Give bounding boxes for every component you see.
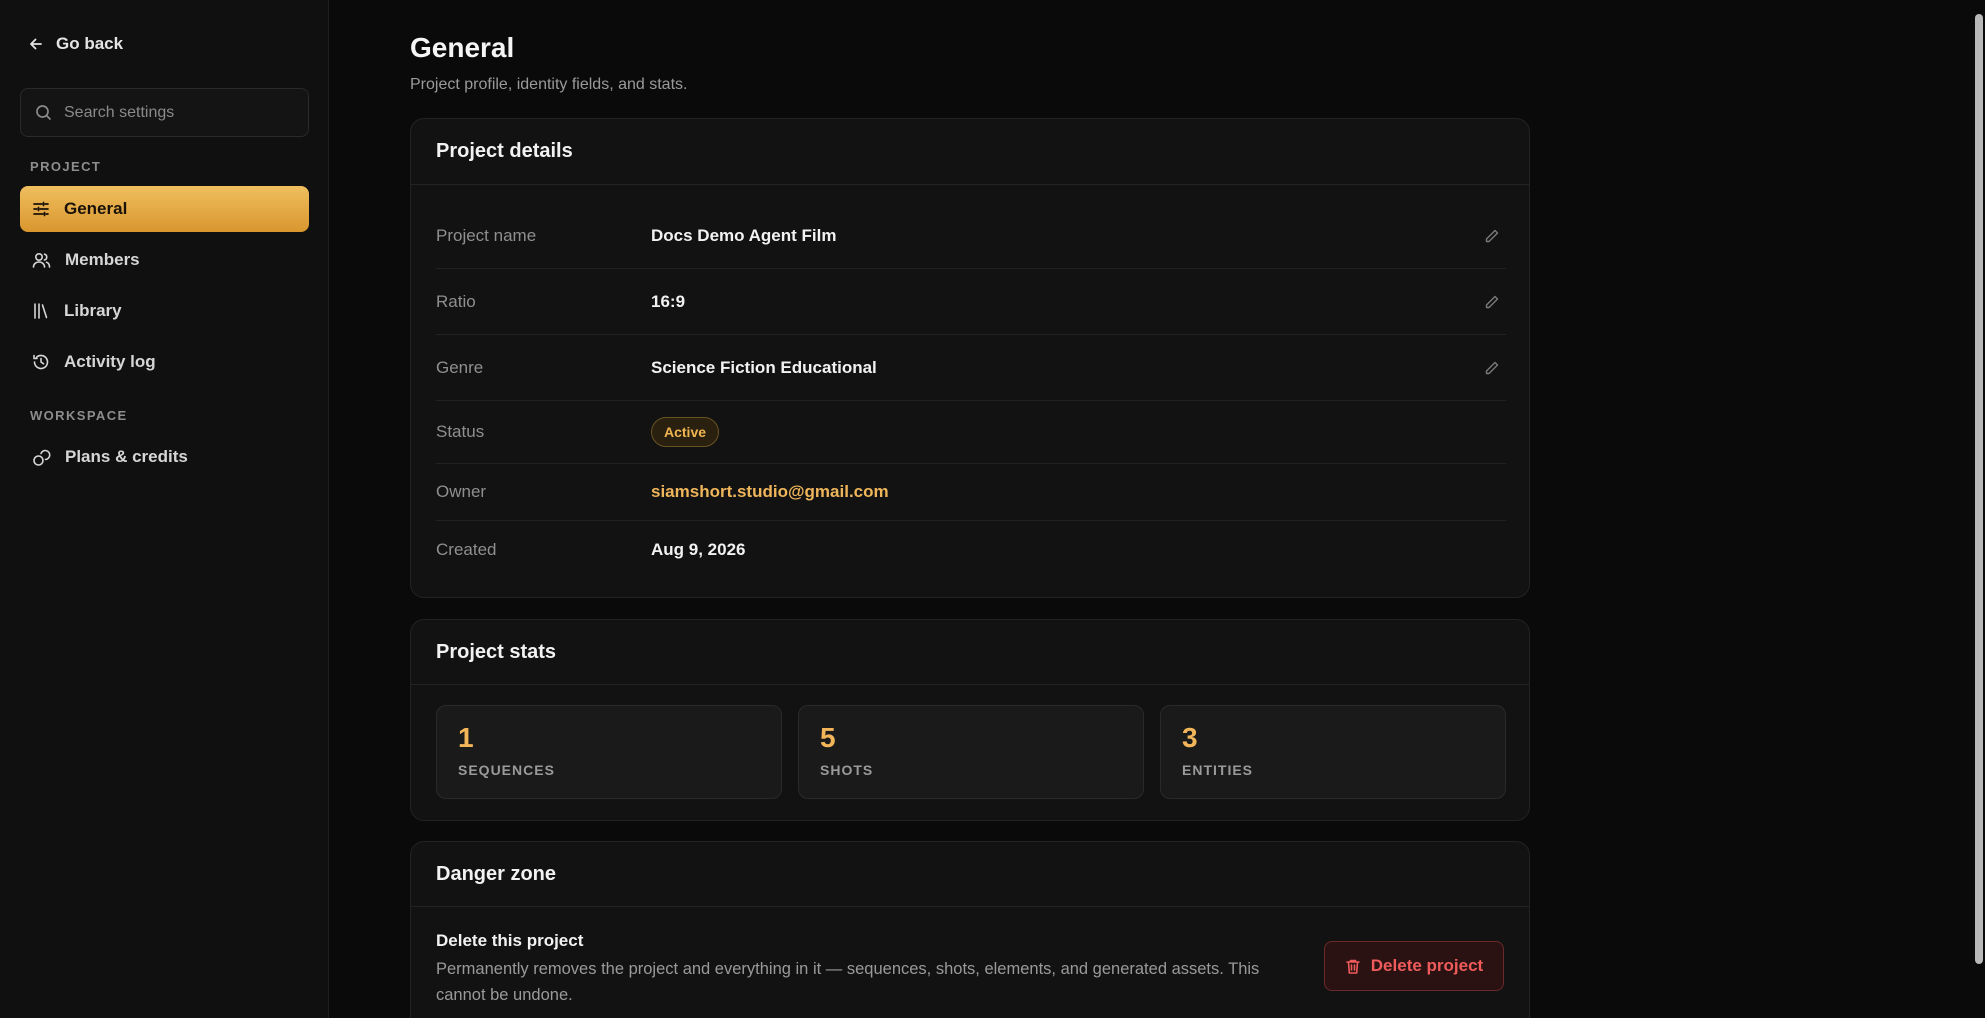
pencil-icon	[1485, 295, 1499, 308]
sidebar-item-library[interactable]: Library	[20, 288, 309, 334]
coins-icon	[33, 449, 51, 466]
detail-label: Created	[436, 539, 497, 559]
edit-ratio-button[interactable]	[1478, 288, 1506, 316]
sidebar-item-label: Activity log	[64, 352, 156, 371]
delete-project-label: Delete project	[1370, 956, 1484, 975]
project-details-card: Project details Project name Docs Demo A…	[410, 118, 1530, 598]
sidebar-item-members[interactable]: Members	[20, 237, 309, 283]
detail-value: Active	[651, 417, 1506, 447]
sidebar-item-activity-log[interactable]: Activity log	[20, 339, 309, 385]
stat-entities: 3 ENTITIES	[1160, 705, 1506, 799]
stat-value: 1	[458, 722, 474, 753]
detail-row-genre: Genre Science Fiction Educational	[436, 335, 1506, 401]
detail-label: Owner	[436, 482, 487, 501]
danger-zone-card: Danger zone Delete this project Permanen…	[410, 841, 1530, 1018]
sidebar-item-general[interactable]: General	[20, 186, 309, 232]
go-back-label: Go back	[56, 34, 124, 53]
arrow-left-icon	[30, 38, 42, 50]
detail-value: Aug 9, 2026	[651, 539, 746, 559]
detail-value: Science Fiction Educational	[651, 357, 877, 377]
search-input[interactable]	[64, 103, 294, 122]
detail-row-created: Created Aug 9, 2026	[436, 521, 1506, 578]
detail-row-project-name: Project name Docs Demo Agent Film	[436, 203, 1506, 269]
delete-project-button[interactable]: Delete project	[1324, 941, 1504, 991]
detail-row-owner: Owner siamshort.studio@gmail.com	[436, 464, 1506, 521]
detail-value: 16:9	[651, 291, 686, 311]
section-label-workspace: WORKSPACE	[30, 408, 128, 423]
owner-email-link[interactable]: siamshort.studio@gmail.com	[651, 482, 1506, 502]
history-icon	[33, 354, 49, 370]
scrollbar-thumb[interactable]	[1975, 14, 1983, 964]
detail-row-status: Status Active	[436, 401, 1506, 464]
trash-icon	[1345, 959, 1360, 974]
pencil-icon	[1485, 229, 1499, 242]
detail-label: Status	[436, 422, 485, 441]
settings-sidebar: Go back PROJECT General Members Library …	[0, 0, 329, 1018]
stat-value: 5	[820, 722, 836, 753]
card-title: Project stats	[411, 620, 1529, 685]
stat-value: 3	[1182, 722, 1198, 753]
detail-label: Project name	[436, 225, 537, 245]
go-back-link[interactable]: Go back	[28, 34, 123, 54]
edit-genre-button[interactable]	[1478, 354, 1506, 382]
sidebar-item-plans-credits[interactable]: Plans & credits	[20, 434, 309, 480]
delete-project-description: Permanently removes the project and ever…	[436, 960, 1260, 1004]
sidebar-item-label: Members	[65, 250, 140, 269]
page-title: General	[410, 32, 515, 63]
search-box	[20, 88, 309, 137]
edit-project-name-button[interactable]	[1478, 222, 1506, 250]
detail-label: Ratio	[436, 291, 476, 311]
detail-value: Docs Demo Agent Film	[651, 225, 837, 245]
card-title: Danger zone	[411, 842, 1529, 907]
sliders-icon	[33, 201, 49, 217]
project-stats-card: Project stats 1 SEQUENCES 5 SHOTS 3 ENTI…	[410, 619, 1530, 821]
status-badge: Active	[651, 417, 720, 447]
stat-sequences: 1 SEQUENCES	[436, 705, 782, 799]
stat-label: SEQUENCES	[458, 762, 555, 778]
detail-row-ratio: Ratio 16:9	[436, 269, 1506, 335]
section-label-project: PROJECT	[30, 159, 102, 174]
page-subtitle: Project profile, identity fields, and st…	[410, 76, 688, 93]
stat-label: ENTITIES	[1182, 762, 1254, 778]
sidebar-item-label: General	[64, 199, 128, 218]
sidebar-item-label: Library	[64, 301, 122, 320]
search-icon	[36, 105, 51, 120]
library-icon	[34, 303, 48, 319]
detail-label: Genre	[436, 357, 484, 377]
stat-label: SHOTS	[820, 762, 874, 778]
scrollbar-track[interactable]	[1971, 0, 1985, 1018]
pencil-icon	[1485, 361, 1499, 374]
delete-project-title: Delete this project	[436, 931, 584, 950]
sidebar-item-label: Plans & credits	[65, 447, 188, 466]
users-icon	[32, 252, 51, 268]
card-title: Project details	[411, 119, 1529, 185]
stat-shots: 5 SHOTS	[798, 705, 1144, 799]
